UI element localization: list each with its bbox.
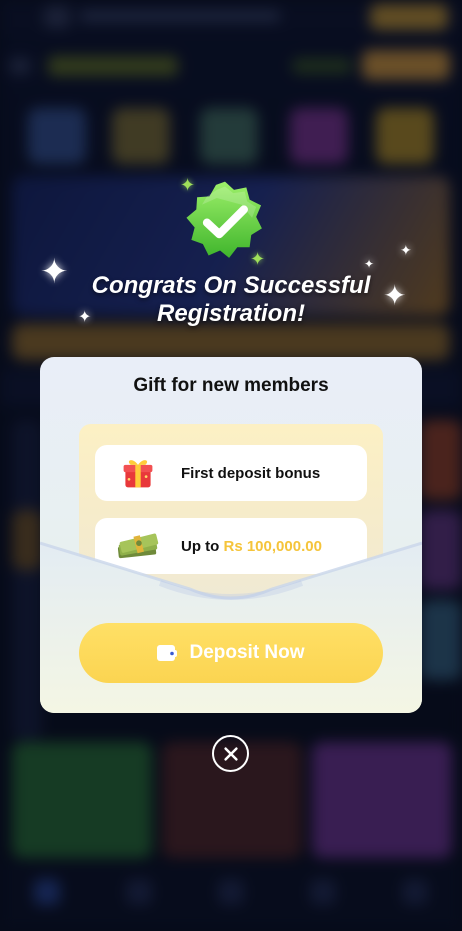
congrats-headline: Congrats On Successful Registration! [40,272,422,328]
close-button[interactable] [212,735,249,772]
gift-card: Gift for new members First deposit bonus [40,357,422,713]
wallet-icon [157,645,178,661]
congrats-line1: Congrats On Successful [91,272,371,299]
first-deposit-label: First deposit bonus [181,464,321,482]
congrats-line2: Registration! [156,300,305,327]
close-icon [223,746,238,761]
sparkle-icon: ✦ [364,257,375,271]
gift-row-first-deposit: First deposit bonus [95,445,367,501]
deposit-now-button[interactable]: Deposit Now [79,623,383,683]
success-check-badge-icon [184,180,266,262]
gift-box-icon [95,445,181,501]
card-title: Gift for new members [133,375,329,396]
sparkle-icon: ✦ [400,242,412,258]
deposit-now-label: Deposit Now [189,642,305,663]
